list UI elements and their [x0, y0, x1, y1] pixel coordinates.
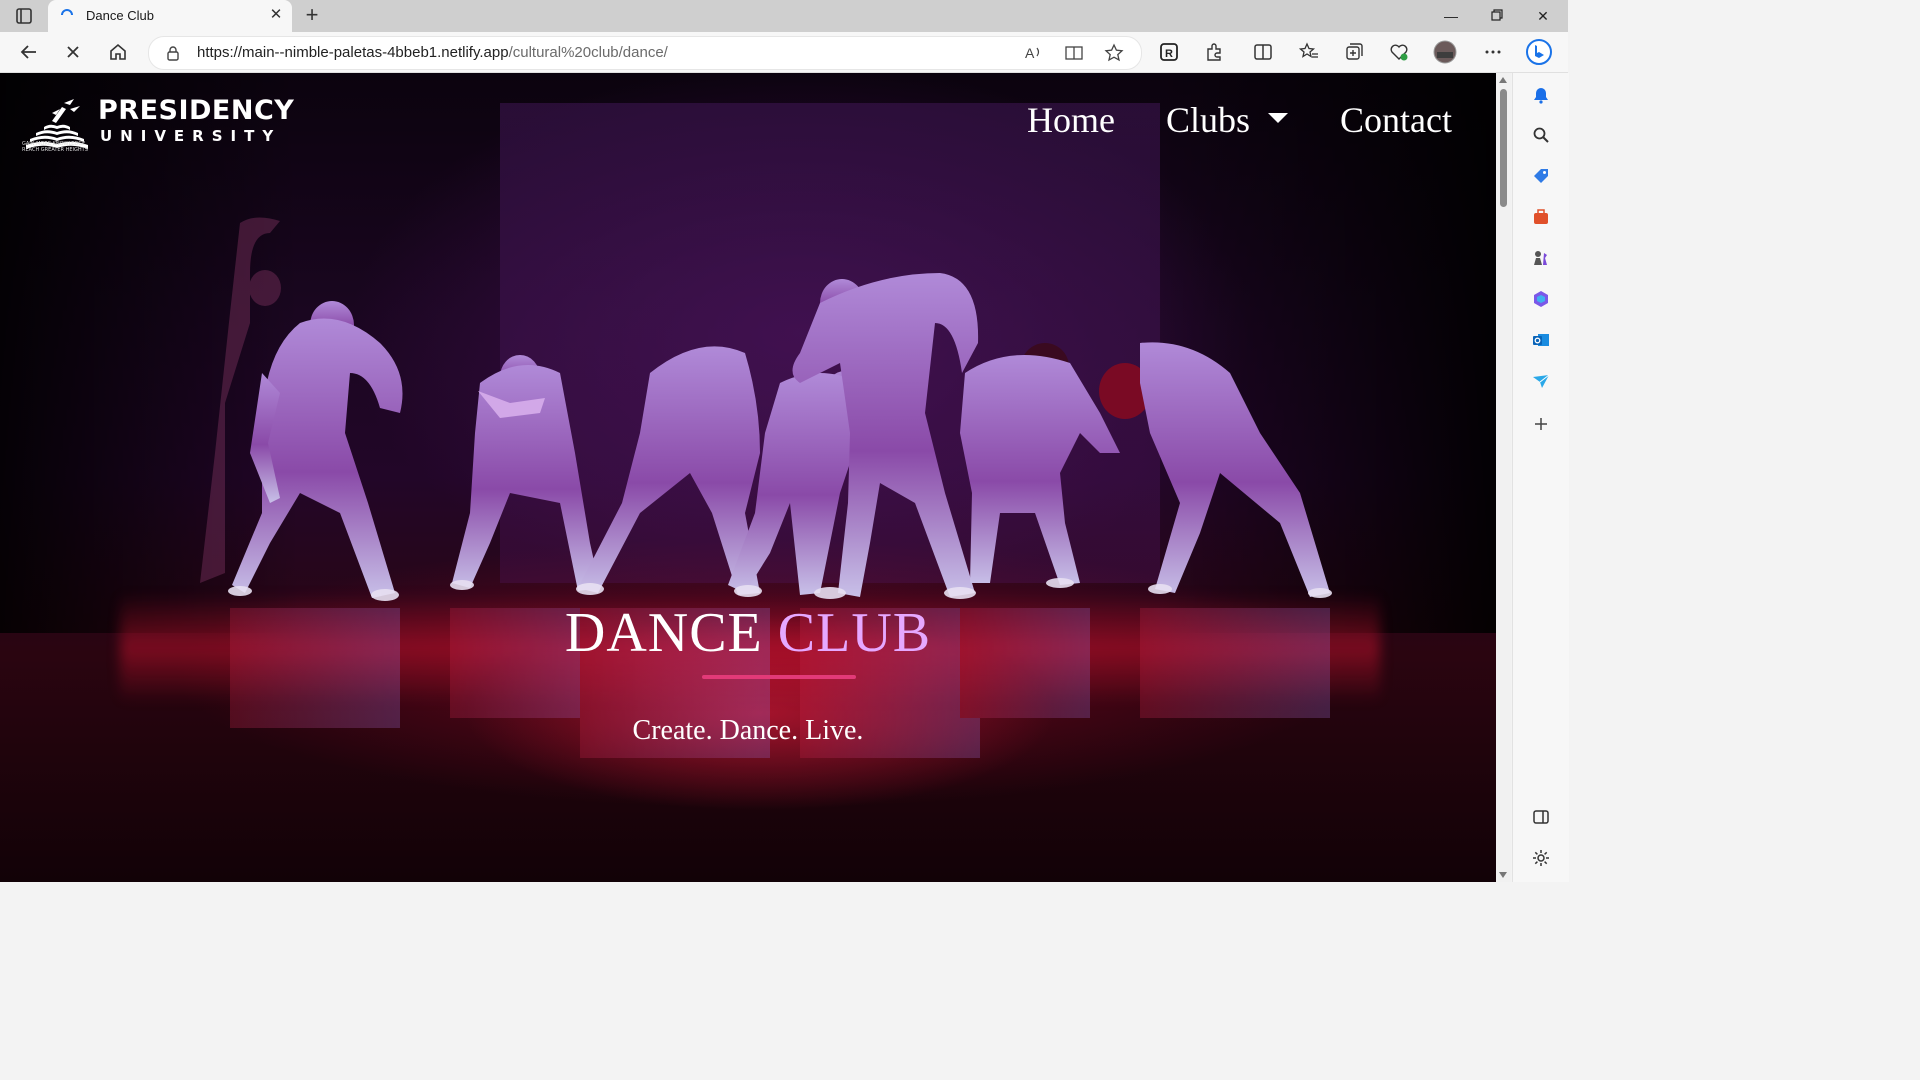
restore-icon[interactable] [1474, 2, 1520, 30]
lock-icon[interactable] [165, 45, 181, 61]
logo-tagline: GAIN MORE KNOWLEDGE REACH GREATER HEIGHT… [22, 141, 88, 153]
browser-tab[interactable]: Dance Club ✕ [48, 0, 292, 32]
add-sidebar-app-icon[interactable] [1529, 412, 1553, 436]
university-logo[interactable]: PRESIDENCY UNIVERSITY GAIN MORE KNOWLEDG… [22, 89, 294, 157]
hero-title-part-b: CLUB [777, 602, 932, 664]
url-text: https://main--nimble-paletas-4bbeb1.netl… [197, 44, 668, 61]
immersive-reader-icon[interactable] [1061, 41, 1087, 65]
read-aloud-icon[interactable]: A [1021, 41, 1047, 65]
scroll-up-arrow-icon[interactable] [1499, 77, 1507, 83]
profile-avatar[interactable] [1430, 38, 1460, 66]
tools-briefcase-icon[interactable] [1529, 205, 1553, 229]
hero-tagline: Create. Dance. Live. [632, 715, 864, 746]
caret-down-icon [1268, 112, 1289, 123]
more-options-icon[interactable] [1478, 38, 1508, 66]
split-screen-icon[interactable] [1248, 38, 1278, 66]
logo-subtitle: UNIVERSITY [100, 127, 282, 145]
tab-strip: Dance Club ✕ + — ✕ [0, 0, 1568, 32]
back-icon[interactable] [14, 38, 44, 66]
svg-text:R: R [1165, 48, 1173, 60]
stop-loading-icon[interactable] [58, 38, 88, 66]
minimize-icon[interactable]: — [1428, 2, 1474, 30]
scroll-thumb[interactable] [1500, 89, 1507, 207]
shopping-tag-icon[interactable] [1529, 164, 1553, 188]
favorite-star-icon[interactable] [1101, 41, 1127, 65]
collections-icon[interactable] [1339, 38, 1369, 66]
browser-toolbar: https://main--nimble-paletas-4bbeb1.netl… [0, 32, 1568, 73]
close-tab-icon[interactable]: ✕ [268, 7, 284, 23]
url-path: /cultural%20club/dance/ [508, 44, 668, 61]
favorites-icon[interactable] [1294, 38, 1324, 66]
page-viewport: PRESIDENCY UNIVERSITY GAIN MORE KNOWLEDG… [0, 73, 1496, 882]
address-bar[interactable]: https://main--nimble-paletas-4bbeb1.netl… [148, 36, 1142, 70]
scroll-down-arrow-icon[interactable] [1499, 872, 1507, 878]
bing-copilot-icon[interactable] [1524, 38, 1554, 66]
url-host: https://main--nimble-paletas-4bbeb1.netl… [197, 44, 509, 61]
nav-home-link[interactable]: Home [1027, 99, 1115, 141]
page-scrollbar[interactable] [1496, 73, 1511, 882]
tab-title: Dance Club [86, 8, 154, 23]
edge-sidebar [1512, 73, 1569, 882]
drop-send-icon[interactable] [1529, 369, 1553, 393]
loading-spinner-icon [60, 8, 74, 22]
browser-essentials-icon[interactable] [1384, 38, 1414, 66]
hero-title-part-a: DANCE [564, 602, 778, 664]
hide-sidebar-icon[interactable] [1529, 805, 1553, 829]
hero-dancers-image [200, 217, 1332, 758]
logo-name: PRESIDENCY [98, 95, 295, 126]
nav-contact-link[interactable]: Contact [1340, 99, 1452, 141]
hero-divider [702, 675, 856, 679]
hero-title: DANCE CLUB [0, 601, 1496, 665]
games-chess-icon[interactable] [1529, 246, 1553, 270]
extensions-icon[interactable] [1199, 38, 1229, 66]
new-tab-button[interactable]: + [300, 4, 324, 28]
extension-r-icon[interactable]: R [1154, 38, 1184, 66]
microsoft-365-icon[interactable] [1529, 287, 1553, 311]
nav-clubs-label: Clubs [1166, 100, 1251, 140]
close-window-icon[interactable]: ✕ [1520, 2, 1566, 30]
home-icon[interactable] [103, 38, 133, 66]
tab-actions-icon[interactable] [10, 6, 40, 26]
sidebar-settings-gear-icon[interactable] [1529, 846, 1553, 870]
svg-text:A: A [1025, 45, 1035, 61]
nav-clubs-dropdown[interactable]: Clubs [1166, 99, 1289, 141]
outlook-icon[interactable] [1529, 328, 1553, 352]
notifications-bell-icon[interactable] [1529, 83, 1553, 107]
sidebar-search-icon[interactable] [1529, 123, 1553, 147]
